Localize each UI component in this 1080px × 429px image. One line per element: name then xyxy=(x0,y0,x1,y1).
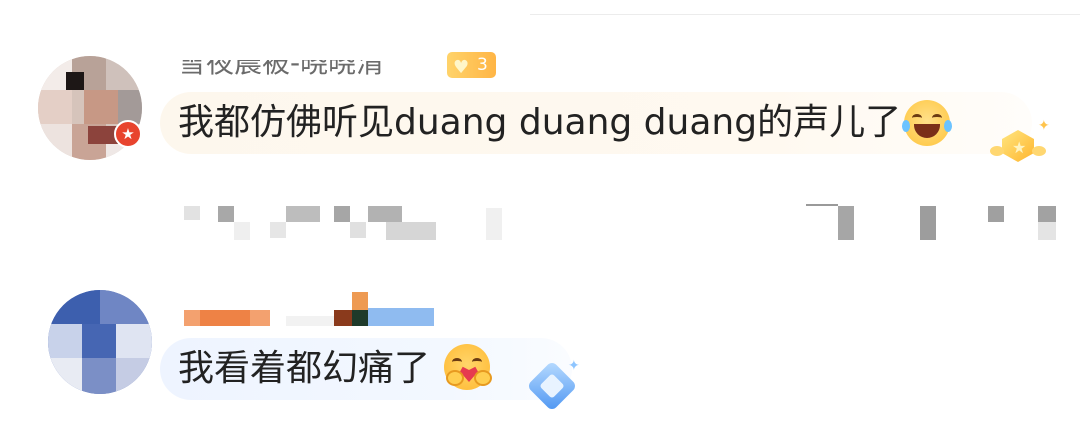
comment-item: 我看着都幻痛了 ✦ xyxy=(0,260,1080,429)
verified-icon: ★ xyxy=(114,120,142,148)
sparkle-icon: ✦ xyxy=(568,358,580,374)
gold-member-badge-icon: ★ ✦ xyxy=(990,118,1050,170)
diamond-member-badge-icon: ✦ xyxy=(526,358,580,412)
hugging-emoji-icon xyxy=(444,344,492,390)
comment-text: 我看着都幻痛了 xyxy=(178,348,431,389)
sparkle-icon: ✦ xyxy=(1038,118,1050,134)
comment-item: ★ 雪夜晨被-晓晓清 ♥ 3 我都仿佛听见duang duang duang的声… xyxy=(0,0,1080,240)
laughing-emoji-icon xyxy=(902,100,952,146)
username[interactable]: 雪夜晨被-晓晓清 xyxy=(178,60,384,78)
comment-text: 我都仿佛听见duang duang duang的声儿了 xyxy=(178,102,902,143)
fan-level-badge: ♥ 3 xyxy=(447,52,496,78)
avatar[interactable] xyxy=(48,290,152,394)
heart-icon: ♥ xyxy=(453,57,470,78)
fan-level-value: 3 xyxy=(477,55,488,75)
